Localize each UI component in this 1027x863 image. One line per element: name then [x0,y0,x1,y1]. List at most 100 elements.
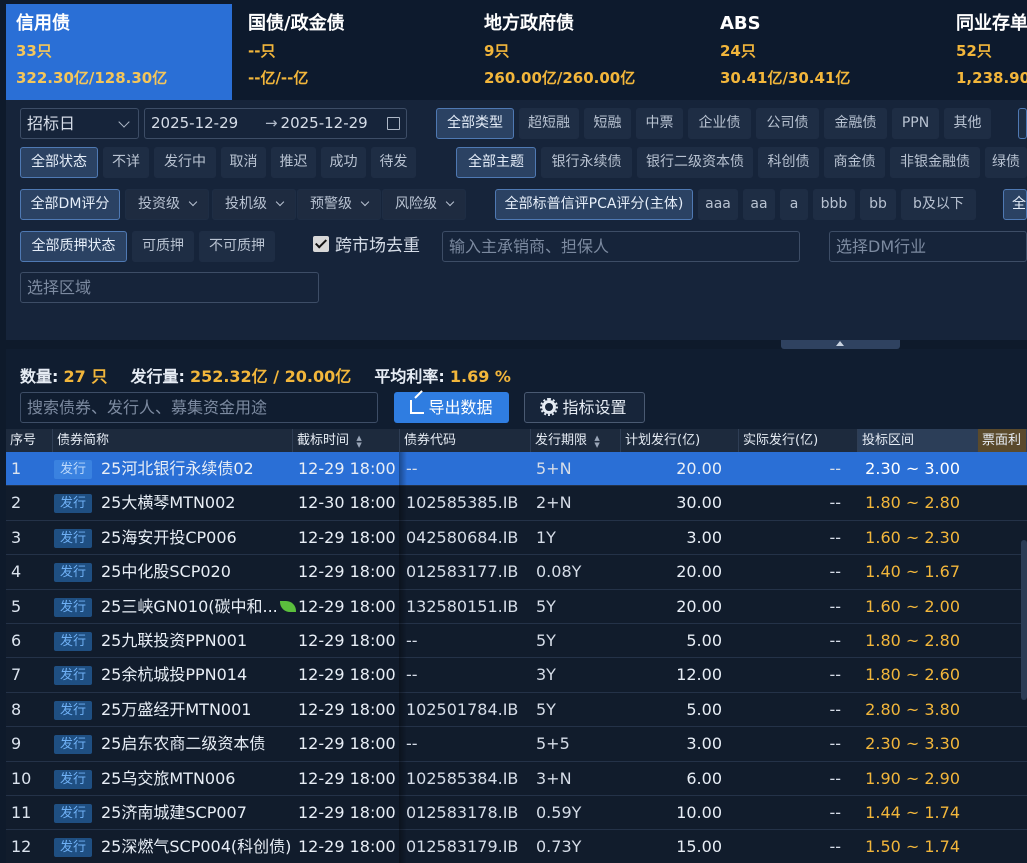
date-type-select[interactable]: 招标日 [20,108,139,139]
bond-search-input[interactable]: 搜索债券、发行人、募集资金用途 [20,392,378,423]
date-range-picker[interactable]: 2025-12-29 → 2025-12-29 [144,108,407,139]
category-tab-ncd[interactable]: 同业存单 52只 1,238.90亿 [946,4,1027,100]
table-row[interactable]: 10 发行 25乌交旅MTN006 12-29 18:00 102585384.IB 3+… [6,762,1027,796]
status-chip-cancelled[interactable]: 取消 [221,147,266,178]
pledge-chip-all[interactable]: 全部质押状态 [20,231,127,262]
pledge-chip-pledgeable[interactable]: 可质押 [132,231,194,262]
type-chip-enterprise[interactable]: 企业债 [688,108,751,139]
table-scrollbar[interactable] [1021,452,1027,863]
type-chip-ppn[interactable]: PPN [892,108,939,139]
cell-term-text: 1Y [536,527,556,547]
cell-name[interactable]: 25海安开投CP006 [101,521,299,555]
theme-chip-green[interactable]: 绿债 [985,147,1027,178]
col-header-no[interactable]: 序号 [6,429,53,452]
cell-no-text: 6 [11,631,22,650]
dm-industry-select[interactable]: 选择DM行业 [829,231,1027,262]
underwriter-input[interactable]: 输入主承销商、担保人 [442,231,800,262]
pca-chip-bbb[interactable]: bbb [813,189,855,220]
pca-chip-a[interactable]: a [780,189,808,220]
theme-chip-nonbank-fin[interactable]: 非银金融债 [890,147,980,178]
dm-chip-all[interactable]: 全部DM评分 [20,189,120,220]
cross-market-checkbox[interactable] [313,236,329,252]
theme-chip-sci-tech[interactable]: 科创债 [758,147,819,178]
cell-name[interactable]: 25乌交旅MTN006 [101,762,299,796]
calendar-icon[interactable] [387,117,400,130]
type-chip-overflow[interactable] [1018,108,1027,139]
cell-name[interactable]: 25河北银行永续债02 [101,452,299,486]
table-row[interactable]: 3 发行 25海安开投CP006 12-29 18:00 042580684.IB 1Y 3… [6,521,1027,556]
theme-chip-all[interactable]: 全部主题 [456,147,536,178]
pca-chip-aa[interactable]: aa [743,189,775,220]
type-chip-scp[interactable]: 超短融 [519,108,579,139]
status-chip-success[interactable]: 成功 [321,147,366,178]
table-row[interactable]: 7 发行 25余杭城投PPN014 12-29 18:00 -- 3Y 12.00 -- 1.8… [6,658,1027,693]
dm-chip-speculative[interactable]: 投机级 [212,189,296,220]
status-chip-pending[interactable]: 待发 [371,147,416,178]
col-header-time[interactable]: 截标时间 [293,429,400,452]
status-chip-all[interactable]: 全部状态 [20,147,98,178]
collapse-filters-toggle[interactable] [781,340,900,349]
category-tab-abs[interactable]: ABS 24只 30.41亿/30.41亿 [710,4,938,100]
cell-name[interactable]: 25中化股SCP020 [101,555,299,589]
col-header-code[interactable]: 债券代码 [400,429,531,452]
col-header-range[interactable]: 投标区间 [858,429,978,452]
type-chip-cp[interactable]: 短融 [584,108,631,139]
pca-chip-all[interactable]: 全部标普信评PCA评分(主体) [495,189,693,220]
scrollbar-thumb[interactable] [1021,540,1027,700]
category-tab-govt[interactable]: 国债/政金债 --只 --亿/--亿 [238,4,466,100]
region-select[interactable]: 选择区域 [20,272,319,303]
col-header-coupon[interactable]: 票面利 [978,429,1027,452]
cell-range: 1.80 ~ 2.80 [860,624,960,658]
cell-name[interactable]: 25济南城建SCP007 [101,796,299,830]
table-row[interactable]: 1 发行 25河北银行永续债02 12-29 18:00 -- 5+N 20.00 -- 2.3… [6,452,1027,487]
cell-code: 012583179.IB [406,830,534,863]
pca-chip-overflow[interactable]: 全 [1003,189,1027,220]
cell-no-text: 12 [11,837,32,857]
col-header-term[interactable]: 发行期限 [531,429,621,452]
pca-chip-bb[interactable]: bb [860,189,896,220]
dm-chip-risk[interactable]: 风险级 [382,189,466,220]
type-chip-mtn[interactable]: 中票 [636,108,683,139]
table-row[interactable]: 9 发行 25启东农商二级资本债 12-29 18:00 -- 5+5 3.00 -- 2.30… [6,727,1027,762]
cell-range: 2.80 ~ 3.80 [860,693,960,727]
status-chip-unknown[interactable]: 不详 [103,147,149,178]
theme-chip-bank-tier2[interactable]: 银行二级资本债 [637,147,753,178]
cell-name[interactable]: 25启东农商二级资本债 [101,727,299,761]
table-row[interactable]: 6 发行 25九联投资PPN001 12-29 18:00 -- 5Y 5.00 -- 1.80… [6,624,1027,659]
type-chip-financial[interactable]: 金融债 [824,108,887,139]
cell-term: 5+5 [536,727,621,761]
theme-chip-commercial-fin[interactable]: 商金债 [824,147,885,178]
cell-name[interactable]: 25万盛经开MTN001 [101,693,299,727]
category-tab-credit[interactable]: 信用债 33只 322.30亿/128.30亿 [6,4,232,100]
table-row[interactable]: 5 发行 25三峡GN010(碳中和... 12-29 18:00 132580151.… [6,590,1027,624]
pledge-chip-not-pledgeable[interactable]: 不可质押 [199,231,275,262]
table-row[interactable]: 4 发行 25中化股SCP020 12-29 18:00 012583177.IB 0.0… [6,555,1027,590]
pca-chip-b-below[interactable]: b及以下 [901,189,976,220]
status-chip-issuing[interactable]: 发行中 [154,147,216,178]
col-header-actual[interactable]: 实际发行(亿) [739,429,858,452]
cell-name[interactable]: 25三峡GN010(碳中和... [101,590,299,624]
cell-name[interactable]: 25深燃气SCP004(科创债) [101,830,299,863]
theme-chip-bank-perpetual[interactable]: 银行永续债 [541,147,632,178]
category-tab-local-govt[interactable]: 地方政府债 9只 260.00亿/260.00亿 [474,4,702,100]
col-header-plan[interactable]: 计划发行(亿) [621,429,739,452]
status-badge: 发行 [54,804,92,823]
pca-chip-aaa[interactable]: aaa [698,189,738,220]
cell-name[interactable]: 25余杭城投PPN014 [101,658,299,692]
table-row[interactable]: 12 发行 25深燃气SCP004(科创债) 12-29 18:00 012583179… [6,830,1027,863]
status-chip-postponed[interactable]: 推迟 [271,147,316,178]
dm-chip-investment[interactable]: 投资级 [125,189,209,220]
export-button[interactable]: 导出数据 [394,392,509,423]
cell-code-text: -- [406,734,418,754]
cell-name[interactable]: 25九联投资PPN001 [101,624,299,658]
dm-chip-warning[interactable]: 预警级 [297,189,381,220]
type-chip-all[interactable]: 全部类型 [436,108,514,139]
table-row[interactable]: 11 发行 25济南城建SCP007 12-29 18:00 012583178.IB 0… [6,796,1027,831]
indicator-settings-button[interactable]: 指标设置 [524,392,645,423]
type-chip-other[interactable]: 其他 [944,108,991,139]
type-chip-corporate[interactable]: 公司债 [756,108,819,139]
table-row[interactable]: 8 发行 25万盛经开MTN001 12-29 18:00 102501784.IB 5Y… [6,693,1027,728]
col-header-name[interactable]: 债券简称 [53,429,293,452]
cell-name[interactable]: 25大横琴MTN002 [101,486,299,520]
table-row[interactable]: 2 发行 25大横琴MTN002 12-30 18:00 102585385.IB 2+N… [6,486,1027,521]
